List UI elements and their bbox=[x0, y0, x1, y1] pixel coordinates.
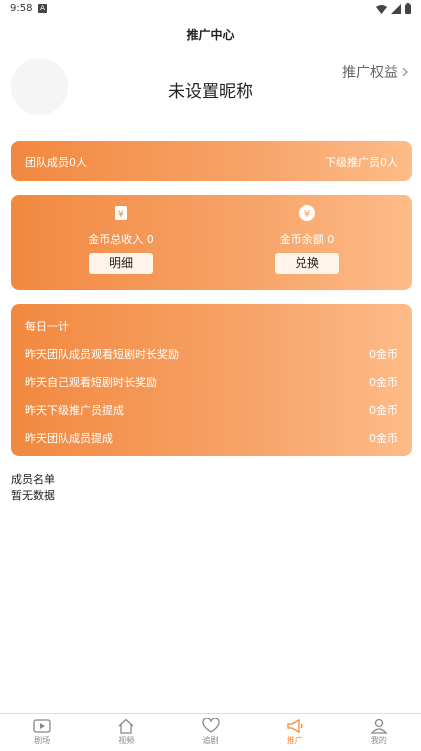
daily-row-label: 昨天自己观看短剧时长奖励 bbox=[25, 376, 157, 389]
daily-row-label: 昨天团队成员提成 bbox=[25, 432, 113, 445]
tab-label: 追剧 bbox=[202, 736, 219, 745]
page-title: 推广中心 bbox=[186, 28, 235, 42]
notification-a-icon: A bbox=[38, 4, 47, 13]
daily-row: 昨天自己观看短剧时长奖励 0金币 bbox=[25, 374, 398, 390]
team-members-count: 团队成员0人 bbox=[25, 156, 87, 169]
member-list-title: 成员名单 bbox=[11, 473, 55, 486]
daily-row-label: 昨天团队成员观看短剧时长奖励 bbox=[25, 348, 179, 361]
megaphone-icon bbox=[287, 718, 303, 734]
tab-mine[interactable]: 我的 bbox=[337, 714, 421, 751]
daily-row-value: 0金币 bbox=[369, 376, 398, 389]
daily-row: 昨天团队成员提成 0金币 bbox=[25, 430, 398, 446]
status-time: 9:58 bbox=[10, 3, 33, 14]
balance-block: ¥ 金币余额 0 兑换 bbox=[247, 205, 367, 274]
tab-video[interactable]: 视频 bbox=[84, 714, 168, 751]
battery-icon bbox=[405, 3, 411, 14]
daily-row-value: 0金币 bbox=[369, 348, 398, 361]
chevron-right-icon bbox=[402, 67, 408, 77]
tab-label: 我的 bbox=[370, 736, 387, 745]
signal-icon bbox=[391, 3, 401, 14]
promotion-benefits-link[interactable]: 推广权益 bbox=[342, 62, 409, 82]
daily-row: 昨天团队成员观看短剧时长奖励 0金币 bbox=[25, 346, 398, 362]
tab-promotion[interactable]: 推广 bbox=[253, 714, 337, 751]
tab-label: 剧场 bbox=[34, 736, 51, 745]
status-icons bbox=[376, 3, 411, 14]
coin-card: ¥ 金币总收入 0 明细 ¥ 金币余额 0 兑换 bbox=[11, 195, 412, 290]
total-income-block: ¥ 金币总收入 0 明细 bbox=[61, 205, 181, 274]
balance-label: 金币余额 0 bbox=[279, 233, 335, 246]
daily-header: 每日一计 bbox=[25, 320, 69, 333]
home-icon bbox=[118, 718, 134, 734]
tab-theater[interactable]: 剧场 bbox=[0, 714, 84, 751]
coin-box-icon: ¥ bbox=[115, 206, 127, 220]
wifi-icon bbox=[376, 4, 387, 14]
promotion-benefits-label: 推广权益 bbox=[342, 65, 398, 81]
svg-text:¥: ¥ bbox=[304, 209, 310, 220]
team-card: 团队成员0人 下级推广员0人 bbox=[11, 141, 412, 181]
exchange-button[interactable]: 兑换 bbox=[275, 253, 339, 274]
play-icon bbox=[33, 719, 51, 733]
sub-promoters-count: 下级推广员0人 bbox=[325, 156, 398, 169]
user-icon bbox=[370, 718, 388, 734]
total-income-label: 金币总收入 0 bbox=[88, 233, 154, 246]
status-bar: 9:58 A bbox=[0, 0, 421, 18]
daily-card: 每日一计 昨天团队成员观看短剧时长奖励 0金币 昨天自己观看短剧时长奖励 0金币… bbox=[11, 304, 412, 456]
daily-row: 昨天下级推广员提成 0金币 bbox=[25, 402, 398, 418]
tab-label: 视频 bbox=[118, 736, 135, 745]
heart-icon bbox=[201, 718, 220, 733]
tab-label: 推广 bbox=[286, 736, 303, 745]
daily-row-label: 昨天下级推广员提成 bbox=[25, 404, 124, 417]
bottom-tab-bar: 剧场 视频 追剧 推广 我的 bbox=[0, 713, 421, 751]
yen-coin-icon: ¥ bbox=[299, 205, 315, 221]
svg-text:¥: ¥ bbox=[118, 210, 124, 220]
tab-following[interactable]: 追剧 bbox=[168, 714, 252, 751]
daily-row-value: 0金币 bbox=[369, 404, 398, 417]
daily-row-value: 0金币 bbox=[369, 432, 398, 445]
member-list-empty: 暂无数据 bbox=[11, 489, 55, 502]
member-list: 成员名单 暂无数据 bbox=[11, 472, 55, 504]
detail-button[interactable]: 明细 bbox=[89, 253, 153, 274]
